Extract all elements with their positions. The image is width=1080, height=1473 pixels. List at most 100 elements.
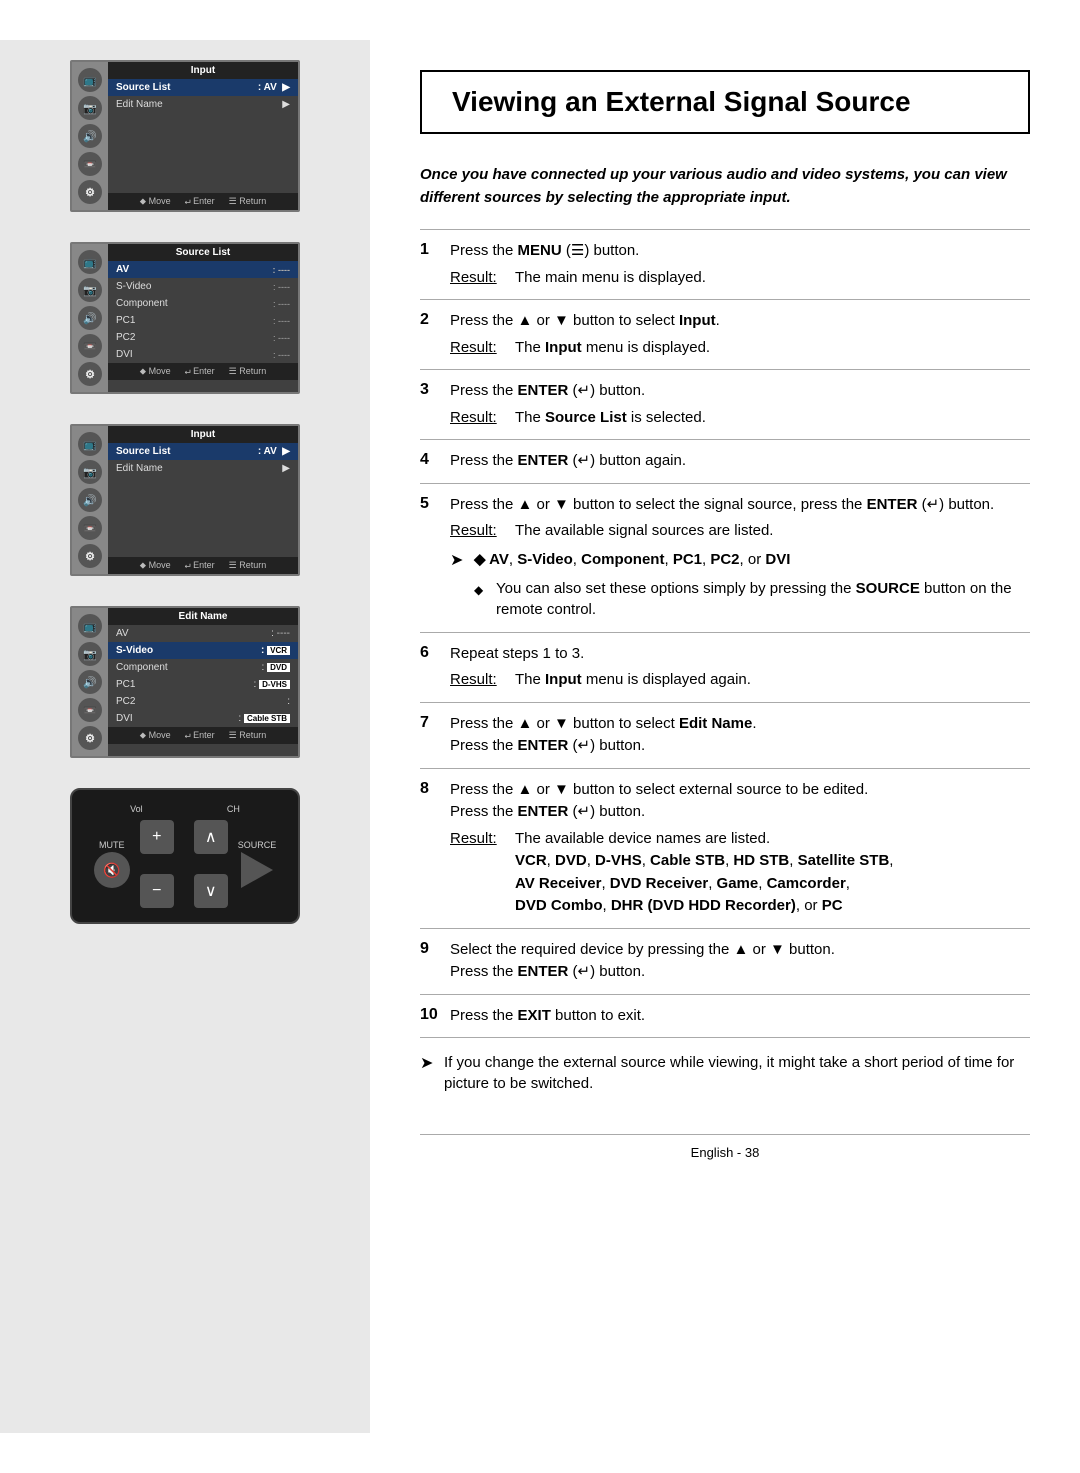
icon-column-4: 📺 📷 🔊 📼 ⚙ — [72, 608, 108, 756]
screen3-title: Input — [108, 426, 298, 443]
sidebar: 📺 📷 🔊 📼 ⚙ Input Source List : AV ▶ Edit … — [0, 40, 370, 1433]
step-1-body: Press the MENU (☰) button. Result: The m… — [450, 240, 1030, 289]
camera-icon-4: 📷 — [78, 642, 102, 666]
step-9: 9 Select the required device by pressing… — [420, 928, 1030, 994]
ch-label: CH — [227, 804, 240, 814]
tip-1-text: If you change the external source while … — [444, 1052, 1030, 1094]
camera-icon-3: 📷 — [78, 460, 102, 484]
step-10-num: 10 — [420, 1005, 450, 1028]
step-6-num: 6 — [420, 643, 450, 692]
screen-panel-3: 📺 📷 🔊 📼 ⚙ Input Source List : AV ▶ Edit … — [70, 424, 300, 576]
title-box: Viewing an External Signal Source — [420, 70, 1030, 134]
bullet-icon: ◆ — [474, 582, 488, 599]
ch-down-button[interactable]: ∨ — [194, 874, 228, 908]
step-5-result: Result: The available signal sources are… — [450, 520, 1030, 543]
gear-icon-2: ⚙ — [78, 362, 102, 386]
step-7: 7 Press the ▲ or ▼ button to select Edit… — [420, 702, 1030, 768]
tip-arrow-icon: ➤ — [420, 1053, 436, 1075]
step-7-num: 7 — [420, 713, 450, 758]
icon-column-3: 📺 📷 🔊 📼 ⚙ — [72, 426, 108, 574]
tips-section: ➤ If you change the external source whil… — [420, 1052, 1030, 1094]
step-7-body: Press the ▲ or ▼ button to select Edit N… — [450, 713, 1030, 758]
screen3-menu: Input Source List : AV ▶ Edit Name ▶ ⬥ M… — [108, 426, 298, 574]
step-3: 3 Press the ENTER (↵) button. Result: Th… — [420, 369, 1030, 439]
screen2-item-av: AV : ---- — [108, 261, 298, 278]
tv-icon-3: 📺 — [78, 432, 102, 456]
screen4-av: AV : ---- — [108, 625, 298, 642]
speaker-icon-3: 🔊 — [78, 488, 102, 512]
plus-button[interactable]: + — [140, 820, 174, 854]
screen2-item-dvi: DVI : ---- — [108, 346, 298, 363]
step-2: 2 Press the ▲ or ▼ button to select Inpu… — [420, 299, 1030, 369]
screen2-title: Source List — [108, 244, 298, 261]
gear-icon-3: ⚙ — [78, 544, 102, 568]
cross-bottom-row: − ∨ — [140, 874, 228, 908]
page-title: Viewing an External Signal Source — [452, 86, 998, 118]
step-3-result: Result: The Source List is selected. — [450, 407, 1030, 430]
cross-middle-row — [147, 854, 221, 874]
step-2-body: Press the ▲ or ▼ button to select Input.… — [450, 310, 1030, 359]
minus-button[interactable]: − — [140, 874, 174, 908]
step-9-num: 9 — [420, 939, 450, 984]
step-8-result: Result: The available device names are l… — [450, 828, 1030, 918]
screen-panel-1: 📺 📷 🔊 📼 ⚙ Input Source List : AV ▶ Edit … — [70, 60, 300, 212]
speaker-icon: 🔊 — [78, 124, 102, 148]
step-1-result: Result: The main menu is displayed. — [450, 267, 1030, 290]
step-8-body: Press the ▲ or ▼ button to select extern… — [450, 779, 1030, 918]
remote-control: Vol CH MUTE 🔇 + ∧ — [70, 788, 300, 924]
step-4: 4 Press the ENTER (↵) button again. — [420, 439, 1030, 483]
camera-icon: 📷 — [78, 96, 102, 120]
step-6-result: Result: The Input menu is displayed agai… — [450, 669, 1030, 692]
camera-icon-2: 📷 — [78, 278, 102, 302]
screen4-title: Edit Name — [108, 608, 298, 625]
step-8: 8 Press the ▲ or ▼ button to select exte… — [420, 768, 1030, 928]
mute-button[interactable]: 🔇 — [94, 852, 130, 888]
page-footer: English - 38 — [420, 1134, 1030, 1160]
tape-icon-3: 📼 — [78, 516, 102, 540]
tape-icon-2: 📼 — [78, 334, 102, 358]
screen2-item-pc2: PC2 : ---- — [108, 329, 298, 346]
step-5-note1: ➤ ◆ AV, S-Video, Component, PC1, PC2, or… — [450, 549, 1030, 572]
screen1-title: Input — [108, 62, 298, 79]
mute-label: MUTE — [99, 840, 125, 850]
screen1-footer: ⬥ Move ↵ Enter ☰ Return — [108, 193, 298, 210]
source-section: SOURCE — [238, 840, 277, 888]
step-9-body: Select the required device by pressing t… — [450, 939, 1030, 984]
step-10: 10 Press the EXIT button to exit. — [420, 994, 1030, 1039]
mute-section: MUTE 🔇 — [94, 840, 130, 888]
cross-top-row: + ∧ — [140, 820, 228, 854]
screen2-footer: ⬥ Move ↵ Enter ☰ Return — [108, 363, 298, 380]
vol-ch-cross: + ∧ − ∨ — [140, 820, 228, 908]
tv-icon-2: 📺 — [78, 250, 102, 274]
screen2-item-pc1: PC1 : ---- — [108, 312, 298, 329]
step-4-num: 4 — [420, 450, 450, 473]
step-3-num: 3 — [420, 380, 450, 429]
main-content: Viewing an External Signal Source Once y… — [370, 40, 1080, 1433]
screen1-item-2: Edit Name ▶ — [108, 96, 298, 113]
step-5-num: 5 — [420, 494, 450, 622]
ch-up-button[interactable]: ∧ — [194, 820, 228, 854]
screen-panel-2: 📺 📷 🔊 📼 ⚙ Source List AV : ---- S-Video … — [70, 242, 300, 394]
icon-column-2: 📺 📷 🔊 📼 ⚙ — [72, 244, 108, 392]
step-5: 5 Press the ▲ or ▼ button to select the … — [420, 483, 1030, 632]
source-button[interactable] — [241, 852, 273, 888]
screen4-footer: ⬥ Move ↵ Enter ☰ Return — [108, 727, 298, 744]
screen1-item-1: Source List : AV ▶ — [108, 79, 298, 96]
step-1: 1 Press the MENU (☰) button. Result: The… — [420, 229, 1030, 299]
step-6-body: Repeat steps 1 to 3. Result: The Input m… — [450, 643, 1030, 692]
vol-label: Vol — [130, 804, 143, 814]
remote-labels: Vol CH — [88, 804, 282, 814]
tape-icon-4: 📼 — [78, 698, 102, 722]
screen1-menu: Input Source List : AV ▶ Edit Name ▶ ⬥ M… — [108, 62, 298, 210]
footer-text: English - 38 — [691, 1145, 760, 1160]
screen3-item-1: Source List : AV ▶ — [108, 443, 298, 460]
step-5-note2: ◆ You can also set these options simply … — [450, 578, 1030, 620]
screen4-pc1: PC1 : D-VHS — [108, 676, 298, 693]
tv-icon-4: 📺 — [78, 614, 102, 638]
step-5-body: Press the ▲ or ▼ button to select the si… — [450, 494, 1030, 622]
steps-list: 1 Press the MENU (☰) button. Result: The… — [420, 229, 1030, 1038]
intro-paragraph: Once you have connected up your various … — [420, 164, 1030, 209]
step-2-result: Result: The Input menu is displayed. — [450, 337, 1030, 360]
step-1-num: 1 — [420, 240, 450, 289]
step-4-body: Press the ENTER (↵) button again. — [450, 450, 1030, 473]
